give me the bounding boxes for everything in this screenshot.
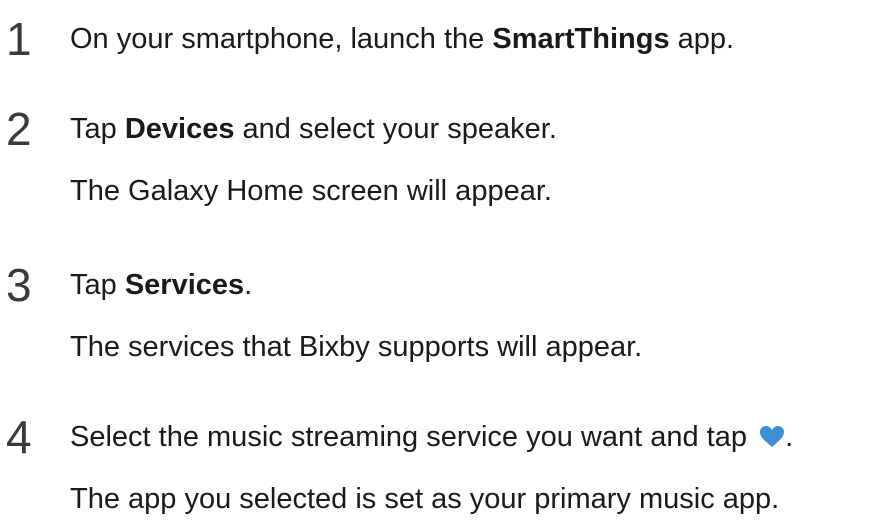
instruction-document: 1 On your smartphone, launch the SmartTh…	[0, 0, 884, 525]
instruction-text-end: and select your speaker.	[234, 113, 557, 145]
step-instruction: Select the music streaming service you w…	[70, 420, 793, 454]
ui-term: SmartThings	[492, 23, 670, 55]
step-instruction: Tap Devices and select your speaker.	[70, 112, 557, 146]
step-number: 3	[6, 259, 32, 311]
step-number: 4	[6, 411, 32, 463]
instruction-text-end: .	[244, 269, 253, 301]
instruction-text: On your smartphone, launch the	[70, 23, 493, 55]
step-number: 2	[6, 103, 32, 155]
instruction-text-end: app.	[669, 23, 735, 55]
step-note: The app you selected is set as your prim…	[70, 483, 780, 515]
instruction-text: Select the music streaming service you w…	[70, 421, 756, 453]
ui-term: Devices	[124, 113, 235, 145]
instruction-text-end: .	[785, 421, 794, 453]
ui-term: Services	[124, 269, 245, 301]
step-note: The services that Bixby supports will ap…	[70, 331, 643, 363]
step-note: The Galaxy Home screen will appear.	[70, 175, 552, 207]
instruction-text: Tap	[70, 113, 125, 145]
instruction-text: Tap	[70, 269, 125, 301]
step-instruction: Tap Services.	[70, 268, 252, 302]
heart-icon	[759, 423, 785, 447]
step-number: 1	[6, 13, 32, 65]
step-instruction: On your smartphone, launch the SmartThin…	[70, 22, 734, 56]
